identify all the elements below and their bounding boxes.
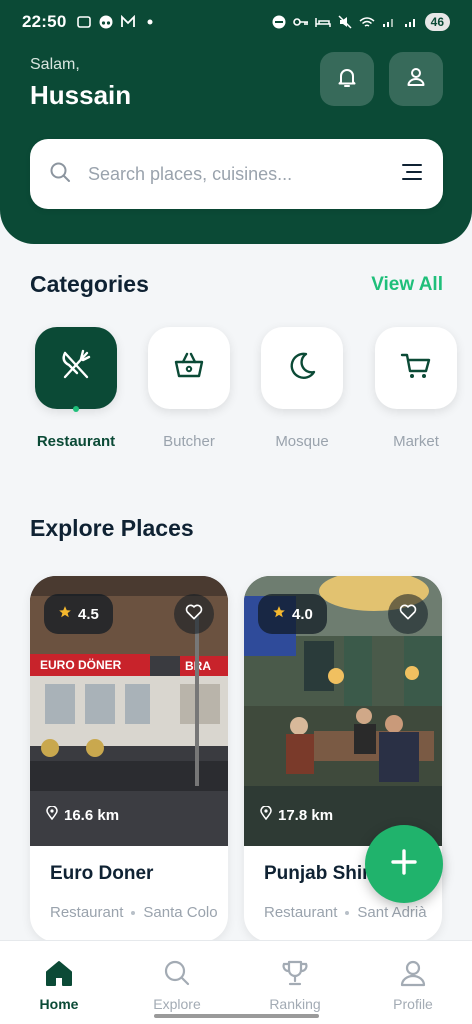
basket-icon [172, 349, 206, 388]
nav-ranking[interactable]: Ranking [236, 941, 354, 1024]
plus-icon [389, 847, 419, 882]
category-market[interactable]: Market [374, 327, 458, 450]
fork-knife-icon [57, 347, 95, 390]
place-meta: Restaurant Sant Adrià [264, 904, 427, 921]
search-bar[interactable]: Search places, cuisines... [30, 139, 443, 209]
user-name: Hussain [30, 80, 132, 110]
notifications-button[interactable] [320, 52, 374, 106]
category-tile[interactable] [261, 327, 343, 409]
signal-icon [381, 14, 397, 30]
nav-profile[interactable]: Profile [354, 941, 472, 1024]
filter-button[interactable] [399, 161, 425, 187]
category-restaurant[interactable]: Restaurant [34, 327, 118, 450]
category-tile[interactable] [148, 327, 230, 409]
signal-2-icon [403, 14, 419, 30]
search-input[interactable]: Search places, cuisines... [88, 164, 399, 185]
nav-label: Profile [393, 996, 433, 1012]
distance-value: 16.6 km [64, 806, 120, 824]
cart-icon [399, 349, 433, 388]
place-name: Punjab Shir [264, 863, 370, 884]
category-tile[interactable] [35, 327, 117, 409]
incognito-icon [98, 14, 114, 30]
star-icon [58, 605, 72, 623]
add-place-button[interactable] [365, 825, 443, 903]
bottom-nav: Home Explore Ranking Profile [0, 940, 472, 1024]
location-pin-icon [260, 805, 272, 824]
search-icon [163, 959, 191, 990]
meta-separator [131, 910, 136, 915]
category-label: Mosque [275, 433, 329, 450]
profile-icon [399, 959, 427, 990]
screenshot-icon [76, 14, 92, 30]
nav-label: Ranking [269, 996, 321, 1012]
category-mosque[interactable]: Mosque [260, 327, 344, 450]
search-icon [48, 160, 72, 189]
distance-value: 17.8 km [278, 806, 334, 824]
battery-indicator: 46 [424, 13, 450, 31]
explore-title: Explore Places [30, 515, 194, 541]
bed-icon [314, 14, 331, 30]
place-location: Sant Adrià [357, 904, 427, 921]
distance-label: 17.8 km [260, 805, 334, 824]
key-icon [292, 14, 309, 30]
star-icon [272, 605, 286, 623]
heart-icon [398, 602, 418, 627]
status-bar: 22:50 46 [0, 0, 472, 44]
menu-filter-icon [400, 163, 424, 186]
mail-icon [120, 14, 136, 30]
user-icon [404, 65, 428, 94]
place-location: Santa Colo [143, 904, 218, 921]
meta-separator [345, 910, 350, 915]
place-name: Euro Doner [50, 863, 154, 884]
place-category: Restaurant [264, 904, 338, 921]
greeting-text: Salam, [30, 56, 80, 73]
favorite-button[interactable] [174, 594, 214, 634]
category-label: Restaurant [36, 433, 116, 450]
place-meta: Restaurant Santa Colo [50, 904, 218, 921]
heart-icon [184, 602, 204, 627]
rating-value: 4.5 [78, 605, 99, 623]
status-time: 22:50 [22, 12, 67, 31]
active-indicator [73, 406, 79, 412]
nav-home[interactable]: Home [0, 941, 118, 1024]
favorite-button[interactable] [388, 594, 428, 634]
location-pin-icon [46, 805, 58, 824]
trophy-icon [281, 959, 309, 990]
categories-title: Categories [30, 271, 149, 297]
dnd-icon [271, 14, 287, 30]
nav-explore[interactable]: Explore [118, 941, 236, 1024]
home-indicator[interactable] [154, 1014, 319, 1018]
place-category: Restaurant [50, 904, 124, 921]
wifi-icon [359, 14, 375, 30]
rating-badge: 4.5 [44, 594, 113, 634]
nav-label: Home [39, 996, 79, 1012]
category-label: Butcher [163, 433, 215, 450]
dot-icon [142, 14, 158, 30]
home-icon [44, 959, 74, 990]
mute-icon [337, 14, 353, 30]
moon-icon [285, 349, 319, 388]
category-label: Market [393, 433, 439, 450]
euro-doner-sign: EURO DÖNER [40, 657, 122, 672]
place-card-euro-doner[interactable]: EURO DÖNER BRA 4.5 16.6 km Euro Doner Re… [30, 576, 228, 942]
category-tile[interactable] [375, 327, 457, 409]
rating-badge: 4.0 [258, 594, 327, 634]
category-butcher[interactable]: Butcher [147, 327, 231, 450]
view-all-link[interactable]: View All [371, 274, 443, 296]
profile-button[interactable] [389, 52, 443, 106]
bell-icon [335, 65, 359, 94]
rating-value: 4.0 [292, 605, 313, 623]
distance-label: 16.6 km [46, 805, 120, 824]
nav-label: Explore [153, 996, 201, 1012]
